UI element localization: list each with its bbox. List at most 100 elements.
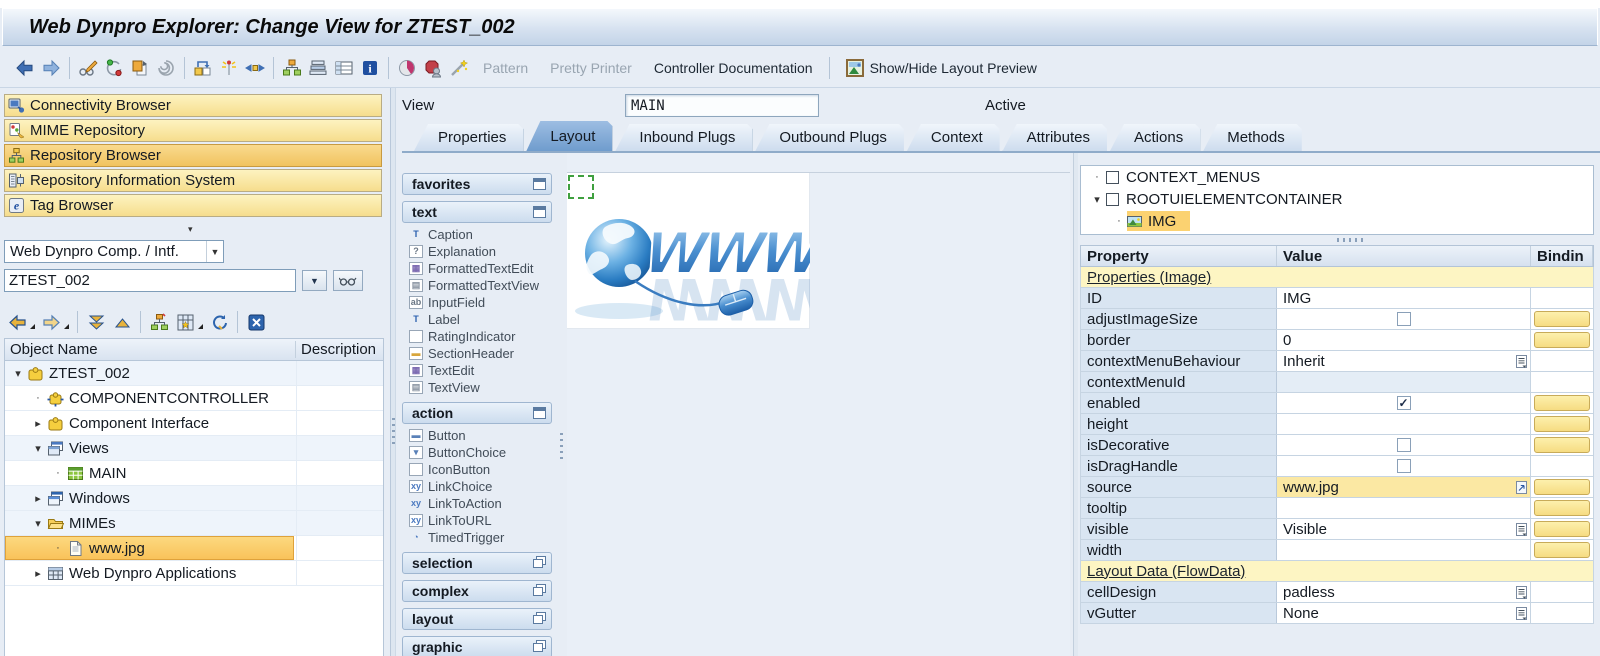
property-value[interactable]: padless bbox=[1277, 582, 1531, 602]
history-back-button[interactable] bbox=[4, 310, 30, 334]
tree-row-views[interactable]: ▾ Views bbox=[5, 436, 383, 461]
palette-item-linktoaction[interactable]: xy LinkToAction bbox=[400, 495, 554, 512]
palette-section-selection[interactable]: selection bbox=[402, 552, 552, 574]
copy-button[interactable] bbox=[127, 55, 153, 81]
tree-row-mimes[interactable]: ▾ MIMEs bbox=[5, 511, 383, 536]
palette-item-label[interactable]: T Label bbox=[400, 311, 554, 328]
restore-icon[interactable] bbox=[533, 614, 543, 624]
property-value[interactable]: 0 bbox=[1277, 330, 1531, 350]
tab-actions[interactable]: Actions bbox=[1110, 124, 1200, 151]
tab-inbound-plugs[interactable]: Inbound Plugs bbox=[615, 124, 752, 151]
show-hide-layout-preview-button[interactable]: Show/Hide Layout Preview bbox=[835, 58, 1048, 77]
property-value[interactable] bbox=[1277, 498, 1531, 518]
tab-attributes[interactable]: Attributes bbox=[1003, 124, 1107, 151]
refresh-button[interactable] bbox=[101, 55, 127, 81]
layout-canvas[interactable]: WWW WWW bbox=[567, 153, 1070, 656]
palette-section-complex[interactable]: complex bbox=[402, 580, 552, 602]
palette-item-linktourl[interactable]: xy LinkToURL bbox=[400, 512, 554, 529]
tree-row-windows[interactable]: ▸ Windows bbox=[5, 486, 383, 511]
tree-row-web-dynpro-applications[interactable]: ▸ Web Dynpro Applications bbox=[5, 561, 383, 586]
refresh-tree-button[interactable] bbox=[206, 310, 232, 334]
table-view-button[interactable] bbox=[331, 55, 357, 81]
sidebar-item-repository-information-system[interactable]: Repository Information System bbox=[4, 169, 382, 192]
dropdown-indicator-icon[interactable] bbox=[1516, 354, 1527, 368]
layers-button[interactable] bbox=[305, 55, 331, 81]
display-change-button[interactable] bbox=[75, 55, 101, 81]
runtime-analysis-button[interactable] bbox=[420, 55, 446, 81]
checkbox[interactable] bbox=[1396, 312, 1411, 326]
panel-collapse-handle[interactable]: ▾ bbox=[188, 224, 193, 235]
palette-item-explanation[interactable]: ? Explanation bbox=[400, 243, 554, 260]
dropdown-indicator-icon[interactable] bbox=[1516, 585, 1527, 599]
palette-section-layout[interactable]: layout bbox=[402, 608, 552, 630]
property-value[interactable] bbox=[1277, 456, 1531, 476]
close-tree-button[interactable] bbox=[243, 310, 269, 334]
property-value[interactable]: IMG bbox=[1277, 288, 1531, 308]
palette-section-favorites[interactable]: favorites bbox=[402, 173, 552, 195]
property-value[interactable]: Visible bbox=[1277, 519, 1531, 539]
palette-item-iconbutton[interactable]: IconButton bbox=[400, 461, 554, 478]
inspector-splitter[interactable] bbox=[1073, 153, 1078, 656]
binding-button[interactable] bbox=[1534, 395, 1590, 411]
whirl-icon[interactable] bbox=[153, 55, 179, 81]
palette-item-buttonchoice[interactable]: ▾ ButtonChoice bbox=[400, 444, 554, 461]
palette-item-textedit[interactable]: ▦ TextEdit bbox=[400, 362, 554, 379]
tab-layout[interactable]: Layout bbox=[526, 121, 612, 151]
tree-row-main[interactable]: · MAIN bbox=[5, 461, 383, 486]
palette-item-sectionheader[interactable]: ▬ SectionHeader bbox=[400, 345, 554, 362]
palette-item-button[interactable]: ▬ Button bbox=[400, 427, 554, 444]
sidebar-item-repository-browser[interactable]: Repository Browser bbox=[4, 144, 382, 167]
section-link[interactable]: Properties (Image) bbox=[1081, 267, 1593, 287]
object-name-input[interactable]: ZTEST_002 bbox=[4, 269, 296, 292]
sidebar-item-tag-browser[interactable]: e Tag Browser bbox=[4, 194, 382, 217]
binding-button[interactable] bbox=[1534, 500, 1590, 516]
binding-button[interactable] bbox=[1534, 521, 1590, 537]
property-value[interactable]: Inherit bbox=[1277, 351, 1531, 371]
hierarchy-view-button[interactable] bbox=[146, 310, 172, 334]
palette-item-ratingindicator[interactable]: RatingIndicator bbox=[400, 328, 554, 345]
palette-item-linkchoice[interactable]: xy LinkChoice bbox=[400, 478, 554, 495]
binding-button[interactable] bbox=[1534, 542, 1590, 558]
dropdown-indicator-icon[interactable] bbox=[1516, 522, 1527, 536]
tree-row-component-interface[interactable]: ▸ Component Interface bbox=[5, 411, 383, 436]
restore-icon[interactable] bbox=[533, 586, 543, 596]
forward-button[interactable] bbox=[38, 55, 64, 81]
palette-item-formattedtextedit[interactable]: ▦ FormattedTextEdit bbox=[400, 260, 554, 277]
expander-open-icon[interactable]: ▾ bbox=[11, 367, 25, 380]
minimize-icon[interactable] bbox=[533, 206, 546, 218]
binding-button[interactable] bbox=[1534, 311, 1590, 327]
binding-button[interactable] bbox=[1534, 416, 1590, 432]
favorites-grid-menu[interactable] bbox=[198, 310, 206, 334]
binding-button[interactable] bbox=[1534, 332, 1590, 348]
minimize-icon[interactable] bbox=[533, 407, 546, 419]
checkbox[interactable] bbox=[1396, 459, 1411, 473]
open-icon[interactable] bbox=[1516, 480, 1527, 494]
tree-row-ztest-002[interactable]: ▾ ZTEST_002 bbox=[5, 361, 383, 386]
minimize-icon[interactable] bbox=[533, 178, 546, 190]
property-value[interactable] bbox=[1277, 540, 1531, 560]
palette-splitter[interactable] bbox=[560, 153, 564, 656]
history-forward-menu[interactable] bbox=[64, 310, 72, 334]
expander-closed-icon[interactable]: ▸ bbox=[31, 492, 45, 505]
info-button[interactable]: i bbox=[357, 55, 383, 81]
view-name-field[interactable]: MAIN bbox=[625, 94, 819, 117]
expander-closed-icon[interactable]: ▸ bbox=[31, 417, 45, 430]
dropdown-indicator-icon[interactable] bbox=[1516, 606, 1527, 620]
palette-section-graphic[interactable]: graphic bbox=[402, 636, 552, 656]
palette-item-timedtrigger[interactable]: ◔ TimedTrigger bbox=[400, 529, 554, 546]
property-value[interactable] bbox=[1277, 435, 1531, 455]
section-row-layout-data-flowdata[interactable]: Layout Data (FlowData) bbox=[1080, 561, 1594, 582]
section-link[interactable]: Layout Data (FlowData) bbox=[1081, 561, 1593, 581]
palette-item-inputfield[interactable]: ab InputField bbox=[400, 294, 554, 311]
tab-properties[interactable]: Properties bbox=[414, 124, 523, 151]
restore-icon[interactable] bbox=[533, 558, 543, 568]
category-select[interactable]: Web Dynpro Comp. / Intf. ▼ bbox=[4, 240, 224, 263]
expander-open-icon[interactable]: ▾ bbox=[31, 442, 45, 455]
wizard-button[interactable] bbox=[446, 55, 472, 81]
property-value[interactable]: None bbox=[1277, 603, 1531, 623]
property-value[interactable]: ✓ bbox=[1277, 393, 1531, 413]
collapse-all-button[interactable] bbox=[109, 310, 135, 334]
binding-button[interactable] bbox=[1534, 479, 1590, 495]
hierarchy-button[interactable] bbox=[279, 55, 305, 81]
favorites-grid-button[interactable] bbox=[172, 310, 198, 334]
